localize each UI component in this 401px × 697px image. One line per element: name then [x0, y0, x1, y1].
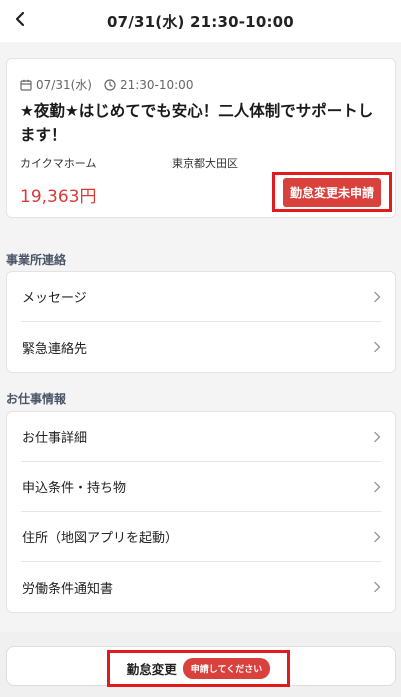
list-item-address[interactable]: 住所（地図アプリを起動） [21, 512, 381, 562]
list-item-requirements[interactable]: 申込条件・持ち物 [21, 462, 381, 512]
section-label-office: 事業所連絡 [6, 253, 67, 267]
list-item-job-details[interactable]: お仕事詳細 [21, 412, 381, 462]
chevron-right-icon [373, 581, 381, 593]
job-info-list: お仕事詳細 申込条件・持ち物 住所（地図アプリを起動） 労働条件通知書 [6, 411, 396, 613]
attendance-change-button[interactable]: 勤怠変更 申請してください [107, 650, 290, 687]
list-item-message[interactable]: メッセージ [21, 272, 381, 322]
chevron-right-icon [373, 341, 381, 353]
job-date: 07/31(水) [20, 76, 92, 93]
list-item-label: 申込条件・持ち物 [22, 481, 127, 496]
job-summary-card: 07/31(水) 21:30-10:00 ★夜勤★はじめてでも安心！二人体制でサ… [6, 58, 396, 218]
job-wage: 19,363円 [20, 187, 97, 207]
attendance-change-label: 勤怠変更 [126, 662, 177, 677]
clock-icon [104, 78, 116, 91]
company-name: カイクマホーム [20, 157, 97, 170]
list-item-label: 住所（地図アプリを起動） [22, 531, 179, 546]
job-area: 東京都大田区 [172, 157, 238, 170]
list-item-emergency-contact[interactable]: 緊急連絡先 [21, 322, 381, 372]
chevron-left-icon [13, 11, 27, 31]
list-item-label: メッセージ [22, 291, 87, 306]
apply-badge: 申請してください [182, 658, 271, 679]
list-item-label: お仕事詳細 [22, 431, 88, 446]
office-list: メッセージ 緊急連絡先 [6, 271, 396, 373]
job-time-text: 21:30-10:00 [119, 77, 194, 92]
chevron-right-icon [373, 481, 381, 493]
status-badge[interactable]: 勤怠変更未申請 [282, 177, 381, 207]
job-date-text: 07/31(水) [36, 78, 92, 92]
list-item-label: 緊急連絡先 [22, 341, 88, 357]
list-item-labor-conditions[interactable]: 労働条件通知書 [21, 562, 381, 612]
chevron-right-icon [373, 431, 381, 443]
back-button[interactable] [6, 7, 34, 35]
page-title: 07/31(水) 21:30-10:00 [107, 12, 294, 31]
job-time: 21:30-10:00 [104, 77, 194, 92]
list-item-label: 労働条件通知書 [22, 581, 114, 597]
header-bar: 07/31(水) 21:30-10:00 [0, 0, 401, 42]
chevron-right-icon [373, 531, 381, 543]
job-title: ★夜勤★はじめてでも安心！二人体制でサポートします！ [20, 102, 374, 144]
chevron-right-icon [373, 291, 381, 303]
status-highlight: 勤怠変更未申請 [272, 172, 392, 212]
calendar-icon [20, 79, 32, 91]
job-meta: 07/31(水) 21:30-10:00 [20, 76, 205, 93]
section-label-job-info: お仕事情報 [6, 392, 67, 406]
